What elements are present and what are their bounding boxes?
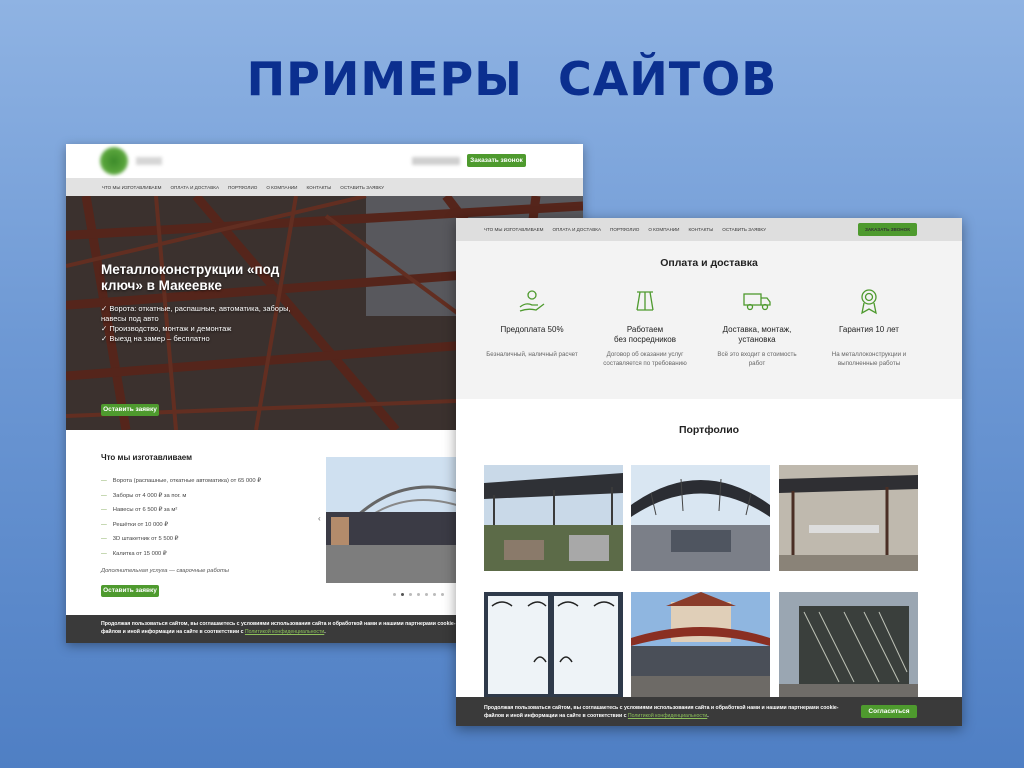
nav-item-portfolio[interactable]: Портфолио: [228, 185, 257, 190]
carport-photo: [326, 457, 476, 583]
nav-item-contacts[interactable]: Контакты: [689, 227, 714, 232]
slider-dot[interactable]: [409, 593, 412, 596]
award-badge-icon: [814, 287, 924, 315]
portfolio-photo[interactable]: [631, 592, 770, 698]
section-title: Что мы изготавливаем: [101, 453, 193, 462]
products-request-button[interactable]: Оставить заявку: [101, 585, 159, 597]
steel-beam-icon: [590, 287, 700, 315]
hero-bullet: ✓ Производство, монтаж и демонтаж: [101, 324, 232, 333]
feature-warranty: Гарантия 10 лет На металлоконструкции и …: [814, 287, 924, 368]
portfolio-photo[interactable]: [779, 465, 918, 571]
hero-bullets: ✓ Ворота: откатные, распашные, автоматик…: [101, 304, 301, 344]
company-name-blurred: [136, 157, 162, 165]
slider-dot[interactable]: [441, 593, 444, 596]
feature-title: Гарантия 10 лет: [839, 325, 899, 334]
hero-bullet: ✓ Ворота: откатные, распашные, автоматик…: [101, 304, 291, 323]
nav-item-contacts[interactable]: Контакты: [307, 185, 332, 190]
nav-item-payment[interactable]: Оплата и доставка: [552, 227, 601, 232]
feature-delivery: Доставка, монтаж, установка Всё это вход…: [702, 287, 812, 368]
slider-dot[interactable]: [433, 593, 436, 596]
feature-title: Работаем без посредников: [613, 325, 676, 344]
nav-item-products[interactable]: Что мы изготавливаем: [484, 227, 543, 232]
products-list: Ворота (распашные, откатные автоматика) …: [101, 474, 261, 561]
phone-number-blurred: [412, 157, 460, 165]
cookie-agree-button[interactable]: Согласиться: [861, 705, 917, 718]
feature-desc: Всё это входит в стоимость работ: [717, 351, 797, 367]
site-header: Заказать звонок: [66, 144, 583, 178]
feature-desc: Договор об оказании услуг составляется п…: [603, 351, 687, 367]
feature-prepayment: Предоплата 50% Безналичный, наличный рас…: [477, 287, 587, 359]
extra-service-note: Дополнительная услуга — сварочные работы: [101, 568, 230, 574]
nav-item-about[interactable]: О компании: [266, 185, 297, 190]
cookie-text: файлов и иной информации на сайте в соот…: [484, 713, 628, 719]
privacy-policy-link[interactable]: Политикой конфиденциальности: [628, 713, 707, 719]
feature-no-middlemen: Работаем без посредников Договор об оказ…: [590, 287, 700, 368]
hand-coin-icon: [477, 287, 587, 315]
feature-desc: На металлоконструкции и выполненные рабо…: [831, 351, 907, 367]
hero-bullet: ✓ Выезд на замер – бесплатно: [101, 334, 210, 343]
slide-title: ПРИМЕРЫ САЙТОВ: [246, 52, 778, 106]
call-request-button[interactable]: Заказать звонок: [858, 223, 917, 236]
section-title: Портфолио: [678, 424, 740, 436]
slider-prev-icon[interactable]: ‹: [318, 514, 321, 523]
nav-item-payment[interactable]: Оплата и доставка: [170, 185, 219, 190]
list-item: Заборы от 4 000 ₽ за пог. м: [101, 489, 261, 504]
cookie-text-end: .: [707, 713, 709, 719]
slider-dots: [393, 593, 444, 596]
cookie-text-end: .: [324, 629, 326, 635]
cookie-text: файлов и иной информации на сайте в соот…: [101, 629, 245, 635]
nav-item-products[interactable]: Что мы изготавливаем: [102, 185, 161, 190]
site-nav: Что мы изготавливаем Оплата и доставка П…: [456, 218, 962, 241]
portfolio-photo[interactable]: [779, 592, 918, 698]
slider-dot[interactable]: [425, 593, 428, 596]
portfolio-photo[interactable]: [484, 592, 623, 698]
feature-title: Доставка, монтаж, установка: [722, 325, 792, 344]
list-item: 3D штакетник от 5 500 ₽: [101, 532, 261, 547]
section-title: Оплата и доставка: [660, 257, 758, 269]
list-item: Навесы от 6 500 ₽ за м²: [101, 503, 261, 518]
privacy-policy-link[interactable]: Политикой конфиденциальности: [245, 629, 324, 635]
hero-title: Металлоконструкции «под ключ» в Макеевке: [101, 262, 280, 293]
truck-icon: [702, 287, 812, 315]
slider-dot[interactable]: [393, 593, 396, 596]
nav-item-request[interactable]: Оставить заявку: [340, 185, 384, 190]
product-slider-image[interactable]: [326, 457, 476, 583]
portfolio-photo[interactable]: [484, 465, 623, 571]
hero-request-button[interactable]: Оставить заявку: [101, 404, 159, 416]
slider-dot[interactable]: [417, 593, 420, 596]
portfolio-photo[interactable]: [631, 465, 770, 571]
slider-dot-active[interactable]: [401, 593, 404, 596]
feature-title: Предоплата 50%: [500, 325, 564, 334]
list-item: Калитка от 15 000 ₽: [101, 547, 261, 562]
list-item: Ворота (распашные, откатные автоматика) …: [101, 474, 261, 489]
company-logo[interactable]: [100, 147, 128, 175]
call-request-button[interactable]: Заказать звонок: [467, 154, 526, 167]
nav-item-about[interactable]: О компании: [648, 227, 679, 232]
site-nav: Что мы изготавливаем Оплата и доставка П…: [66, 178, 583, 196]
list-item: Решётки от 10 000 ₽: [101, 518, 261, 533]
website-screenshot-2: Что мы изготавливаем Оплата и доставка П…: [456, 218, 962, 726]
payment-delivery-section: Оплата и доставка Предоплата 50% Безнали…: [456, 241, 962, 399]
feature-desc: Безналичный, наличный расчет: [486, 351, 578, 358]
nav-item-request[interactable]: Оставить заявку: [722, 227, 766, 232]
cookie-banner: Продолжая пользоваться сайтом, вы соглаш…: [456, 697, 962, 726]
nav-item-portfolio[interactable]: Портфолио: [610, 227, 639, 232]
